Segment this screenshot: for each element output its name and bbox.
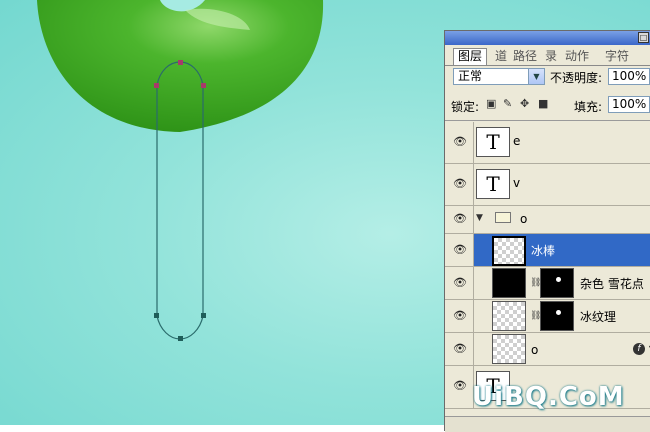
panel-bottom-toolbar bbox=[445, 416, 650, 432]
layer-mask-thumbnail[interactable] bbox=[540, 268, 574, 298]
lock-label: 锁定: bbox=[451, 100, 480, 114]
blend-mode-select[interactable]: 正常 ▼ bbox=[453, 68, 545, 85]
layers-panel: □ 图层 道 路径 录 动作 字符 正常 ▼ 不透明度: 100% 锁定: ▣ … bbox=[444, 30, 650, 432]
anchor-point bbox=[201, 83, 206, 88]
lock-transparency-icon[interactable]: ▣ bbox=[486, 98, 496, 110]
donut-shape bbox=[37, 0, 324, 132]
visibility-cell[interactable]: 👁 bbox=[445, 206, 474, 233]
chevron-down-icon[interactable]: ▼ bbox=[528, 69, 544, 84]
layer-row[interactable]: 👁 ⛓ 杂色 雪花点 bbox=[445, 267, 650, 300]
layer-row[interactable]: 👁 ⛓ 冰纹理 bbox=[445, 300, 650, 333]
layer-row[interactable]: 👁 T v bbox=[445, 164, 650, 206]
anchor-point bbox=[201, 313, 206, 318]
group-expand-triangle-icon[interactable]: ▼ bbox=[476, 213, 483, 223]
layer-thumbnail bbox=[492, 301, 526, 331]
tab-channels[interactable]: 道 bbox=[495, 49, 507, 64]
tab-layers[interactable]: 图层 bbox=[453, 48, 488, 65]
layer-group-row[interactable]: 👁 ▼ o bbox=[445, 206, 650, 234]
layer-thumbnail: T bbox=[476, 169, 510, 199]
link-icon[interactable]: ⛓ bbox=[530, 277, 541, 289]
eye-icon[interactable]: 👁 bbox=[453, 380, 469, 392]
panel-tabs: 图层 道 路径 录 动作 字符 bbox=[445, 48, 650, 66]
eye-icon[interactable]: 👁 bbox=[453, 213, 469, 225]
anchor-point bbox=[178, 60, 183, 65]
eye-icon[interactable]: 👁 bbox=[453, 136, 469, 148]
close-icon[interactable]: □ bbox=[638, 32, 649, 43]
eye-icon[interactable]: 👁 bbox=[453, 310, 469, 322]
tab-paths[interactable]: 路径 bbox=[513, 49, 537, 64]
visibility-cell[interactable]: 👁 bbox=[445, 164, 474, 205]
visibility-cell[interactable]: 👁 bbox=[445, 366, 474, 408]
layer-row[interactable]: 👁 o f ▼ bbox=[445, 333, 650, 366]
eye-icon[interactable]: 👁 bbox=[453, 178, 469, 190]
blend-mode-value: 正常 bbox=[458, 69, 483, 83]
panel-titlebar[interactable]: □ bbox=[445, 31, 650, 45]
layer-name: 杂色 雪花点 bbox=[580, 277, 644, 291]
visibility-cell[interactable]: 👁 bbox=[445, 267, 474, 299]
layer-thumbnail: T bbox=[476, 127, 510, 157]
tab-history[interactable]: 录 bbox=[545, 49, 557, 64]
artwork bbox=[37, 0, 324, 341]
layer-name: e bbox=[513, 134, 521, 148]
mask-dot bbox=[556, 277, 561, 282]
opacity-field[interactable]: 100% bbox=[608, 68, 650, 85]
lock-all-icon[interactable]: ■ bbox=[538, 98, 548, 110]
lock-position-move-icon[interactable]: ✥ bbox=[520, 98, 529, 110]
layer-thumbnail bbox=[492, 236, 526, 266]
lock-image-brush-icon[interactable]: ✎ bbox=[503, 98, 512, 110]
anchor-point bbox=[154, 83, 159, 88]
link-icon[interactable]: ⛓ bbox=[530, 310, 541, 322]
mask-dot bbox=[556, 310, 561, 315]
visibility-cell[interactable]: 👁 bbox=[445, 234, 474, 266]
layer-row[interactable]: 👁 T e bbox=[445, 122, 650, 164]
layer-thumbnail bbox=[492, 334, 526, 364]
fill-label: 填充: bbox=[574, 100, 603, 114]
layer-mask-thumbnail[interactable] bbox=[540, 301, 574, 331]
tab-character[interactable]: 字符 bbox=[605, 49, 629, 64]
visibility-cell[interactable]: 👁 bbox=[445, 300, 474, 332]
layer-name: 冰纹理 bbox=[580, 310, 617, 324]
layer-name: 冰棒 bbox=[531, 244, 556, 258]
layer-style-fx-icon[interactable]: f bbox=[633, 343, 645, 355]
visibility-cell[interactable]: 👁 bbox=[445, 122, 474, 163]
eye-icon[interactable]: 👁 bbox=[453, 244, 469, 256]
layer-name: v bbox=[513, 176, 521, 190]
anchor-point bbox=[154, 313, 159, 318]
visibility-cell[interactable]: 👁 bbox=[445, 333, 474, 365]
opacity-label: 不透明度: bbox=[550, 71, 603, 85]
layer-name: o bbox=[531, 343, 539, 357]
tab-actions[interactable]: 动作 bbox=[565, 49, 589, 64]
eye-icon[interactable]: 👁 bbox=[453, 343, 469, 355]
layer-row-selected[interactable]: 👁 冰棒 bbox=[445, 234, 650, 267]
watermark-logo: UiBQ.CoM bbox=[472, 382, 625, 412]
eye-icon[interactable]: 👁 bbox=[453, 277, 469, 289]
fill-field[interactable]: 100% bbox=[608, 96, 650, 113]
folder-icon bbox=[495, 212, 511, 223]
divider bbox=[445, 120, 650, 121]
layer-name: o bbox=[520, 212, 528, 226]
anchor-point bbox=[178, 336, 183, 341]
layer-thumbnail bbox=[492, 268, 526, 298]
